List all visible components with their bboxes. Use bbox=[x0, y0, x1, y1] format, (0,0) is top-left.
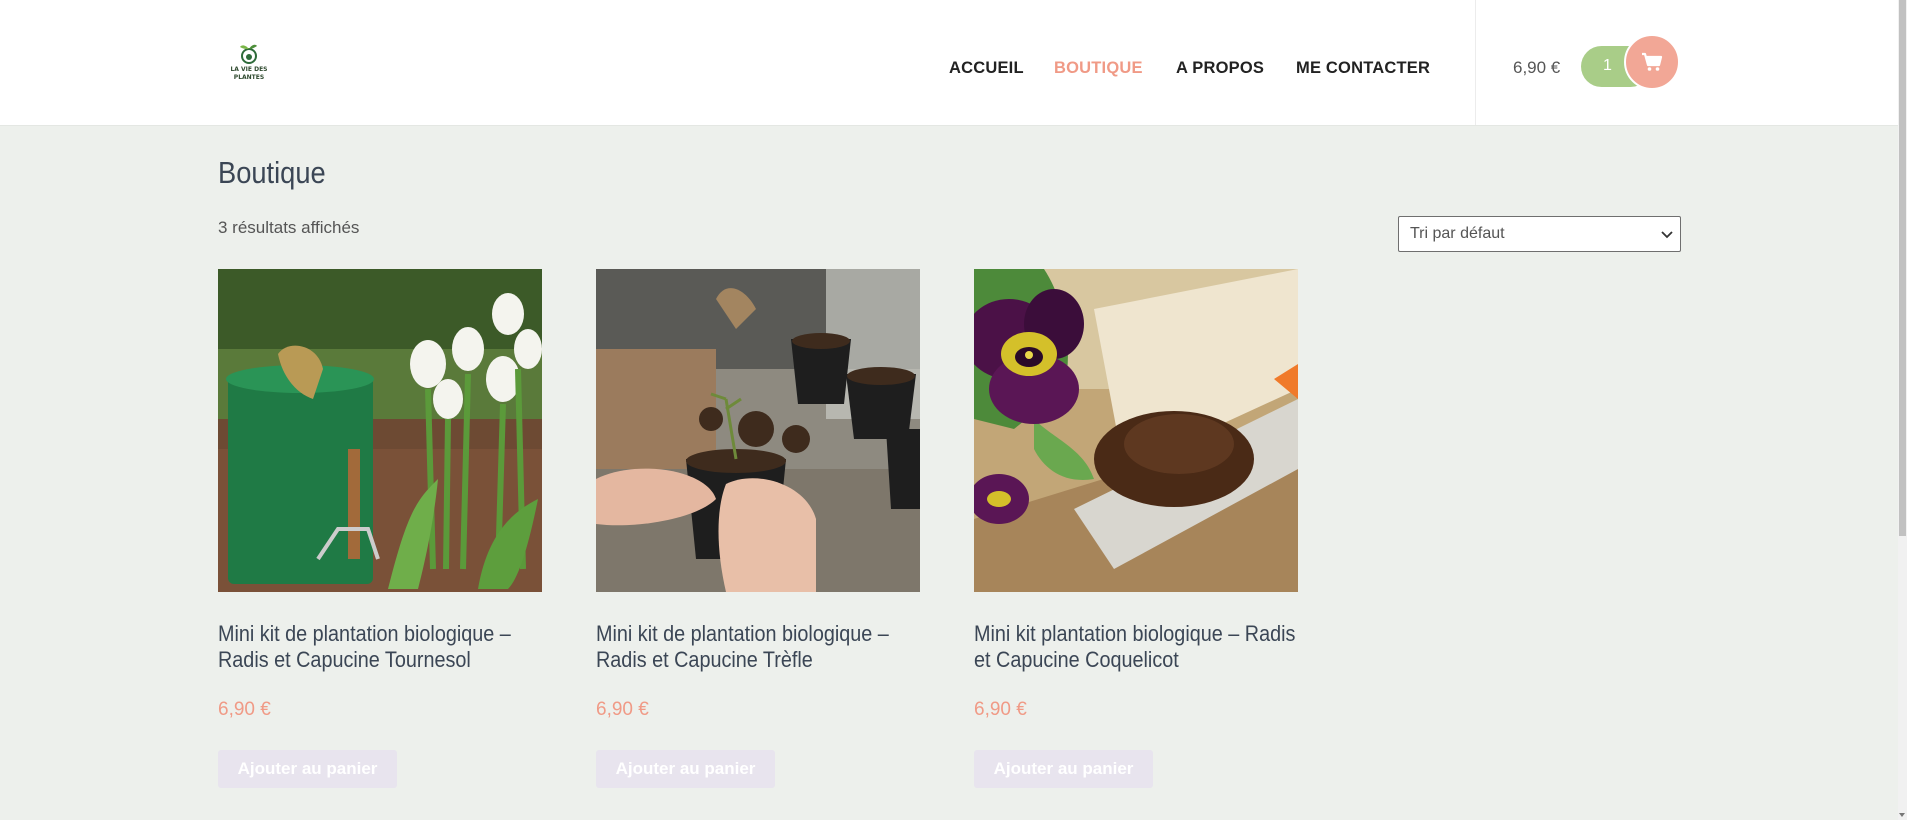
add-to-cart-button[interactable]: Ajouter au panier bbox=[596, 750, 775, 788]
page-scrollbar[interactable] bbox=[1898, 0, 1907, 820]
nav-item-me-contacter[interactable]: ME CONTACTER bbox=[1296, 59, 1430, 78]
header-divider bbox=[1475, 0, 1476, 125]
product-image[interactable] bbox=[596, 269, 920, 592]
product-card: Mini kit de plantation biologique – Radi… bbox=[596, 269, 920, 788]
product-name[interactable]: Mini kit de plantation biologique – Radi… bbox=[218, 621, 542, 673]
product-price: 6,90 € bbox=[218, 699, 271, 720]
cart-count: 1 bbox=[1603, 57, 1612, 74]
result-count: 3 résultats affichés bbox=[218, 218, 360, 237]
product-image[interactable] bbox=[218, 269, 542, 592]
shopping-cart-icon bbox=[1642, 52, 1663, 71]
logo-text: LA VIE DES PLANTES bbox=[230, 66, 268, 81]
sort-select[interactable]: Tri par défaut bbox=[1398, 216, 1681, 252]
cart-button[interactable] bbox=[1624, 34, 1680, 90]
scrollbar-thumb[interactable] bbox=[1899, 0, 1906, 536]
product-photo-potting-seedlings bbox=[596, 269, 920, 592]
scroll-down-arrow-icon[interactable] bbox=[1899, 813, 1905, 817]
product-image[interactable] bbox=[974, 269, 1298, 592]
add-to-cart-button[interactable]: Ajouter au panier bbox=[974, 750, 1153, 788]
product-price: 6,90 € bbox=[974, 699, 1027, 720]
add-to-cart-button[interactable]: Ajouter au panier bbox=[218, 750, 397, 788]
chevron-down-icon bbox=[1661, 231, 1673, 239]
nav-item-a-propos[interactable]: A PROPOS bbox=[1176, 59, 1264, 78]
nav-item-accueil[interactable]: ACCUEIL bbox=[949, 59, 1024, 78]
site-logo[interactable]: LA VIE DES PLANTES bbox=[226, 40, 272, 86]
sort-selected-value: Tri par défaut bbox=[1410, 225, 1505, 242]
product-name[interactable]: Mini kit plantation biologique – Radis e… bbox=[974, 621, 1298, 673]
product-name[interactable]: Mini kit de plantation biologique – Radi… bbox=[596, 621, 920, 673]
nav-item-boutique[interactable]: BOUTIQUE bbox=[1054, 59, 1143, 78]
product-card: Mini kit plantation biologique – Radis e… bbox=[974, 269, 1298, 788]
product-price: 6,90 € bbox=[596, 699, 649, 720]
site-header: LA VIE DES PLANTES ACCUEIL BOUTIQUE A PR… bbox=[0, 0, 1898, 126]
cart-total[interactable]: 6,90 € bbox=[1513, 58, 1560, 78]
page-title: Boutique bbox=[218, 155, 326, 190]
product-card: Mini kit de plantation biologique – Radi… bbox=[218, 269, 542, 788]
product-photo-bucket-tulips bbox=[218, 269, 542, 592]
product-photo-pansy-soil bbox=[974, 269, 1298, 592]
